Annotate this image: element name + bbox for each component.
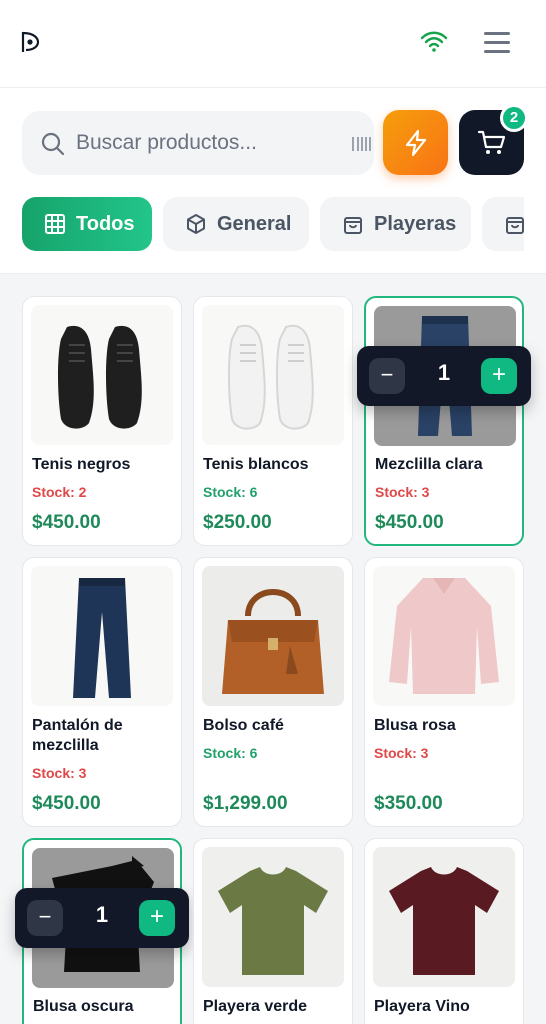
product-card[interactable]: Pantalón de mezclilla Stock: 3 $450.00: [22, 557, 182, 827]
box-icon: [187, 214, 205, 234]
product-image: [373, 566, 515, 706]
product-name: Pantalón de mezclilla: [32, 717, 123, 754]
product-stock: Stock: 6: [203, 745, 258, 761]
product-name: Playera Vino: [374, 998, 470, 1015]
quantity-stepper: − 1 +: [357, 346, 531, 406]
p-logo-icon[interactable]: [20, 30, 42, 54]
product-stock: Stock: 3: [32, 765, 87, 781]
green-tshirt-image: [218, 867, 328, 975]
decrease-quantity-button[interactable]: −: [369, 358, 405, 394]
category-label: Playeras: [374, 212, 457, 235]
jeans-image: [73, 578, 131, 698]
decrease-quantity-button[interactable]: −: [27, 900, 63, 936]
product-stock: Stock: 6: [203, 484, 258, 500]
search-icon: [41, 132, 65, 156]
quantity-value: 1: [437, 360, 451, 385]
product-name: Tenis blancos: [203, 456, 309, 473]
bag-icon: [344, 217, 362, 234]
product-image: [373, 847, 515, 987]
lightning-icon: [405, 129, 427, 157]
black-sneakers-image: [58, 325, 142, 429]
cart-icon: [477, 130, 506, 154]
top-bar: [0, 0, 546, 88]
wine-tshirt-image: [389, 867, 499, 975]
product-name: Tenis negros: [32, 456, 131, 473]
hamburger-menu-icon[interactable]: [484, 32, 510, 54]
pink-blouse-image: [389, 578, 499, 694]
product-image: [202, 847, 344, 987]
product-stock: Stock: 3: [374, 745, 429, 761]
product-stock: Stock: 2: [32, 484, 87, 500]
toolbar: 2 Todos General Playeras: [0, 88, 546, 274]
category-more[interactable]: [482, 197, 524, 251]
category-tabs: Todos General Playeras: [22, 197, 524, 253]
increase-quantity-button[interactable]: +: [481, 358, 517, 394]
product-card[interactable]: Playera Vino: [364, 838, 524, 1024]
product-image: [31, 566, 173, 706]
quick-sale-button[interactable]: [383, 110, 448, 175]
product-price: $1,299.00: [203, 793, 288, 814]
product-card[interactable]: Tenis negros Stock: 2 $450.00: [22, 296, 182, 546]
product-price: $450.00: [32, 512, 101, 533]
product-price: $450.00: [375, 512, 444, 533]
product-name: Blusa rosa: [374, 717, 456, 734]
product-name: Bolso café: [203, 717, 284, 734]
category-playeras[interactable]: Playeras: [320, 197, 471, 251]
search-input[interactable]: [76, 123, 316, 163]
quantity-stepper: − 1 +: [15, 888, 189, 948]
product-card[interactable]: Playera verde: [193, 838, 353, 1024]
white-sneakers-image: [228, 324, 314, 430]
product-stock: Stock: 3: [375, 484, 430, 500]
product-name: Playera verde: [203, 998, 308, 1015]
product-card-selected[interactable]: Mezclilla clara Stock: 3 $450.00: [364, 296, 524, 546]
product-price: $350.00: [374, 793, 443, 814]
product-card[interactable]: Tenis blancos Stock: 6 $250.00: [193, 296, 353, 546]
category-label: General: [217, 212, 292, 235]
product-image: [202, 566, 344, 706]
grid-icon: [45, 214, 65, 234]
product-image: [31, 305, 173, 445]
brown-bag-image: [222, 589, 324, 694]
increase-quantity-button[interactable]: +: [139, 900, 175, 936]
product-price: $450.00: [32, 793, 101, 814]
category-general[interactable]: General: [163, 197, 309, 251]
product-price: $250.00: [203, 512, 272, 533]
product-card[interactable]: Blusa rosa Stock: 3 $350.00: [364, 557, 524, 827]
bag-icon: [506, 217, 524, 234]
product-name: Blusa oscura: [33, 998, 134, 1015]
category-label: Todos: [76, 212, 135, 235]
product-image: [202, 305, 344, 445]
product-card[interactable]: Bolso café Stock: 6 $1,299.00: [193, 557, 353, 827]
category-todos[interactable]: Todos: [22, 197, 152, 251]
search-bar[interactable]: [22, 111, 374, 175]
wifi-icon: [420, 31, 448, 52]
barcode-icon[interactable]: [352, 135, 372, 153]
quantity-value: 1: [95, 902, 109, 927]
product-name: Mezclilla clara: [375, 456, 483, 473]
cart-count-badge: 2: [500, 104, 528, 132]
